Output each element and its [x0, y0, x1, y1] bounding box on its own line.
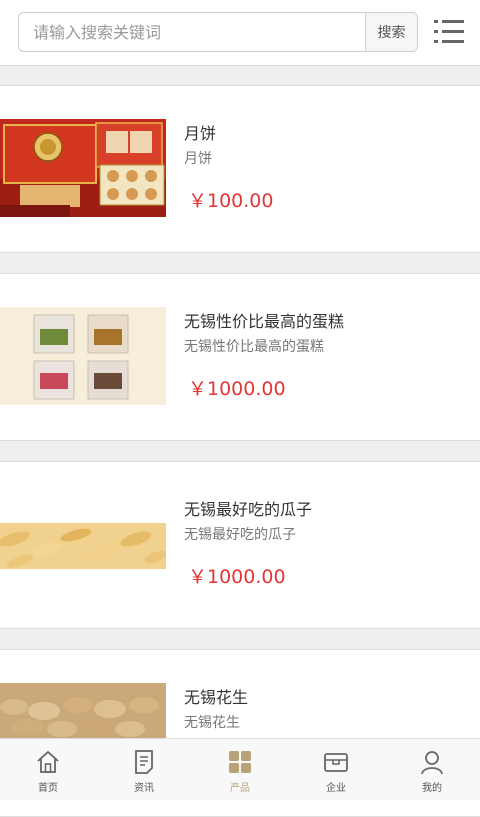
tab-products[interactable]: 产品: [192, 739, 288, 801]
user-icon: [421, 751, 443, 775]
tab-label: 企业: [326, 783, 346, 794]
product-name: 无锡最好吃的瓜子: [184, 500, 313, 519]
bottom-tab-bar: 首页 资讯 产品 企业 我的: [0, 738, 480, 800]
news-icon: [135, 750, 153, 774]
product-image-seeds: [0, 495, 166, 593]
product-image-mooncake: [0, 119, 166, 217]
company-icon: [324, 753, 348, 772]
tab-label: 首页: [38, 783, 58, 794]
grid-icon: [229, 751, 251, 773]
product-price: ￥100.00: [188, 190, 274, 212]
product-name: 无锡性价比最高的蛋糕: [184, 312, 345, 331]
tab-mine[interactable]: 我的: [384, 739, 480, 801]
product-item[interactable]: 无锡性价比最高的蛋糕 无锡性价比最高的蛋糕 ￥1000.00: [0, 273, 480, 441]
product-price: ￥1000.00: [188, 378, 286, 400]
home-icon: [37, 750, 59, 773]
tab-label: 我的: [422, 783, 442, 794]
header: 搜索: [0, 0, 480, 66]
product-desc: 无锡花生: [184, 715, 240, 731]
menu-icon[interactable]: [434, 18, 464, 46]
tab-label: 资讯: [134, 783, 154, 794]
search-button[interactable]: 搜索: [365, 13, 417, 51]
product-name: 无锡花生: [184, 688, 249, 707]
tab-home[interactable]: 首页: [0, 739, 96, 801]
search-input[interactable]: [19, 13, 367, 51]
product-name: 月饼: [184, 124, 217, 143]
product-desc: 无锡性价比最高的蛋糕: [184, 339, 324, 355]
product-image-cake: [0, 307, 166, 405]
product-desc: 月饼: [184, 151, 212, 167]
search-box: 搜索: [18, 12, 418, 52]
tab-news[interactable]: 资讯: [96, 739, 192, 801]
tab-company[interactable]: 企业: [288, 739, 384, 801]
product-price: ￥1000.00: [188, 566, 286, 588]
product-item[interactable]: 无锡最好吃的瓜子 无锡最好吃的瓜子 ￥1000.00: [0, 461, 480, 629]
product-desc: 无锡最好吃的瓜子: [184, 527, 296, 543]
product-item[interactable]: 月饼 月饼 ￥100.00: [0, 85, 480, 253]
tab-label: 产品: [230, 783, 250, 794]
